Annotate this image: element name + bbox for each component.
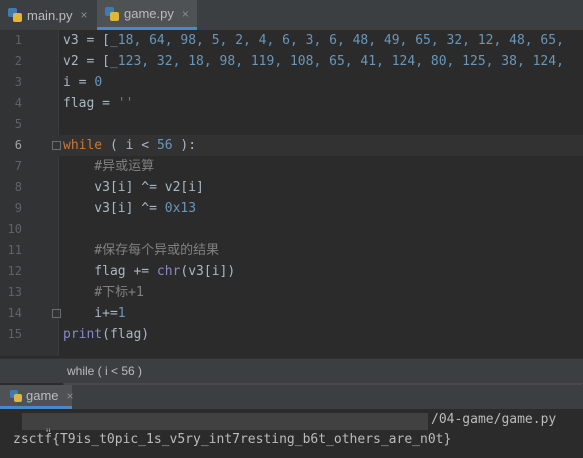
code-line[interactable]: print(flag)	[63, 324, 149, 345]
close-icon[interactable]: ×	[81, 8, 88, 22]
close-icon[interactable]: ×	[182, 7, 189, 21]
code-token: #下标+1	[63, 285, 144, 300]
line-number: 11	[7, 243, 22, 257]
line-number: 9	[14, 201, 22, 215]
code-line[interactable]: flag = ''	[63, 93, 133, 114]
fold-icon[interactable]	[52, 309, 61, 318]
fold-icon[interactable]	[52, 141, 61, 150]
code-token: v3[i] ^= v2[i]	[63, 180, 204, 195]
line-number: 10	[7, 222, 22, 236]
line-number: 15	[7, 327, 22, 341]
code-token: #异或运算	[63, 159, 155, 174]
editor-tab-bar: main.py × game.py ×	[0, 0, 583, 31]
line-number: 5	[14, 117, 22, 131]
code-token: ''	[117, 96, 134, 111]
code-line[interactable]: v3[i] ^= v2[i]	[63, 177, 204, 198]
code-token: _123, 32, 18, 98, 119, 108, 65, 41, 124,…	[109, 54, 564, 69]
code-line[interactable]: flag += chr(v3[i])	[63, 261, 235, 282]
run-tab-label: game	[26, 388, 59, 403]
code-token: ):	[172, 138, 197, 153]
tab-label: main.py	[27, 7, 73, 23]
run-tool-window-bar: game ×	[0, 385, 583, 410]
code-token: i+=	[63, 306, 118, 321]
line-number-gutter: 1 2 3 4 5 6 7 8 9 10 11 12 13 14 15	[0, 30, 59, 356]
code-token: 0x13	[164, 201, 197, 216]
console-output-flag: zsctf{T9is_t0pic_1s_v5ry_int7resting_b6t…	[13, 432, 452, 447]
code-line[interactable]: v2 = [_123, 32, 18, 98, 119, 108, 65, 41…	[63, 51, 564, 72]
line-number: 6	[14, 138, 22, 152]
code-line[interactable]: v3 = [_18, 64, 98, 5, 2, 4, 6, 3, 6, 48,…	[63, 30, 564, 51]
run-tab-game[interactable]: game ×	[0, 385, 74, 409]
code-token: v2 = [	[63, 54, 110, 69]
breadcrumb-item[interactable]: while ( i < 56 )	[67, 364, 142, 378]
tab-main-py[interactable]: main.py ×	[0, 0, 96, 30]
code-token: flag =	[63, 96, 118, 111]
code-line[interactable]: #下标+1	[63, 282, 144, 303]
code-token: (flag)	[102, 327, 150, 342]
breadcrumb[interactable]: while ( i < 56 )	[0, 358, 583, 383]
code-line[interactable]: i+=1	[63, 303, 126, 324]
code-token: v3[i] ^=	[63, 201, 165, 216]
code-token: ( i <	[102, 138, 157, 153]
code-token: 0	[94, 75, 103, 90]
code-token: flag +=	[63, 264, 157, 279]
code-line[interactable]: while ( i < 56 ):	[63, 135, 196, 156]
line-number: 7	[14, 159, 22, 173]
line-number: 12	[7, 264, 22, 278]
line-number: 14	[7, 306, 22, 320]
code-token: _18, 64, 98, 5, 2, 4, 6, 3, 6, 48, 49, 6…	[109, 33, 564, 48]
line-number: 3	[14, 75, 22, 89]
code-editor[interactable]: 1 2 3 4 5 6 7 8 9 10 11 12 13 14 15 v3 = [_18, 64, 98,…	[0, 30, 583, 386]
console-path-suffix: /04-game/game.py	[431, 412, 557, 427]
python-file-icon	[105, 6, 119, 21]
tab-game-py[interactable]: game.py ×	[97, 0, 197, 30]
code-token: print	[63, 327, 103, 342]
line-number: 1	[14, 33, 22, 47]
code-token: #保存每个异或的结果	[63, 243, 220, 258]
code-line[interactable]: #异或运算	[63, 156, 154, 177]
line-number: 13	[7, 285, 22, 299]
code-token: (v3[i])	[180, 264, 236, 279]
run-console[interactable]: " /04-game/game.py zsctf{T9is_t0pic_1s_v…	[0, 409, 583, 458]
code-token: 56	[156, 138, 173, 153]
line-number: 8	[14, 180, 22, 194]
python-file-icon	[8, 8, 22, 22]
redacted-path	[22, 413, 428, 430]
close-icon[interactable]: ×	[67, 389, 74, 403]
code-line[interactable]: v3[i] ^= 0x13	[63, 198, 196, 219]
python-file-icon	[10, 389, 22, 402]
code-token: chr	[156, 264, 181, 279]
code-token: v3 = [	[63, 33, 110, 48]
code-token: 1	[117, 306, 126, 321]
code-token: while	[63, 138, 103, 153]
code-line[interactable]: i = 0	[63, 72, 102, 93]
tab-label: game.py	[124, 6, 174, 21]
code-token: i =	[63, 75, 95, 90]
line-number: 2	[14, 54, 22, 68]
line-number: 4	[14, 96, 22, 110]
code-line[interactable]: #保存每个异或的结果	[63, 240, 219, 261]
